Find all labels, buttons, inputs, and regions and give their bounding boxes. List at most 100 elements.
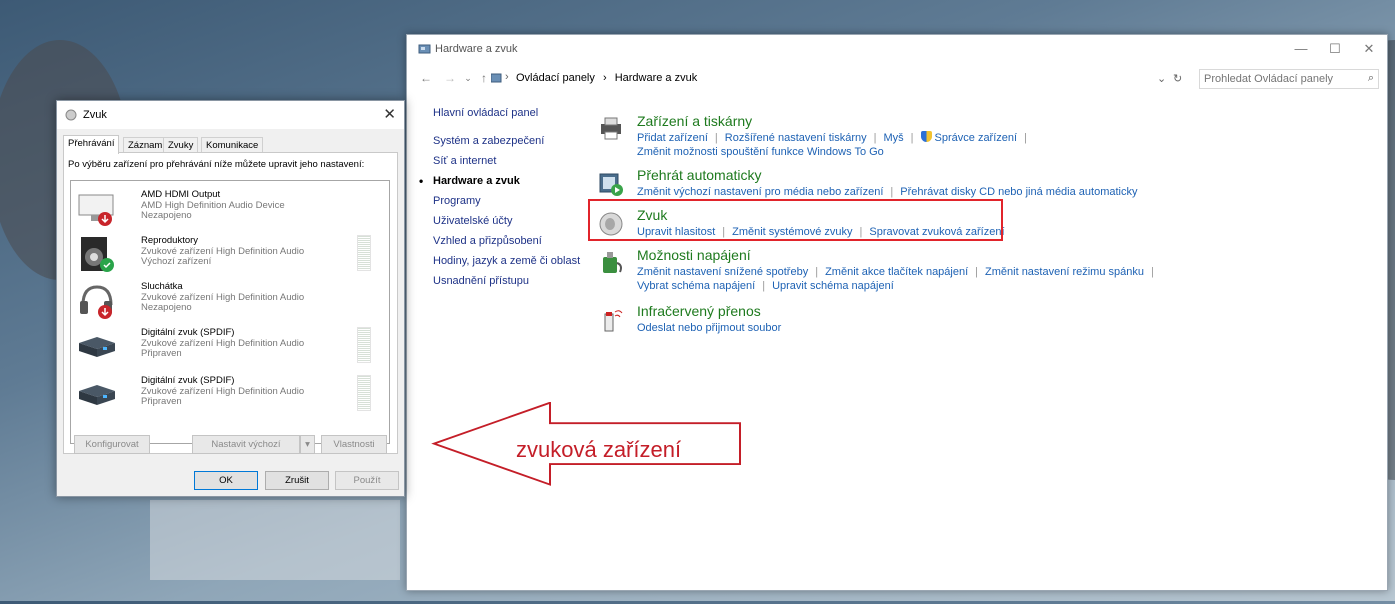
category-links: Změnit výchozí nastavení pro média nebo …	[637, 186, 1138, 198]
search-input[interactable]	[1200, 70, 1348, 88]
control-panel-window: Hardware a zvuk — ☐ ✕ ← → ⌄ ↑ › Ovládací…	[406, 34, 1388, 591]
link-printer-settings[interactable]: Rozšířené nastavení tiskárny	[725, 132, 867, 144]
playback-intro: Po výběru zařízení pro přehrávání níže m…	[68, 159, 365, 170]
infrared-icon	[597, 305, 625, 333]
control-panel-titlebar: Hardware a zvuk — ☐ ✕	[407, 35, 1387, 63]
breadcrumb-item[interactable]: Hardware a zvuk	[615, 72, 698, 84]
link-play-cd[interactable]: Přehrávat disky CD nebo jiná média autom…	[900, 186, 1137, 198]
nav-item-network[interactable]: Síť a internet	[433, 155, 593, 175]
headphones-icon	[77, 281, 117, 321]
autoplay-icon	[597, 169, 625, 197]
device-status: Výchozí zařízení	[141, 256, 212, 267]
power-icon	[597, 249, 625, 277]
search-box[interactable]: ⌕	[1199, 69, 1379, 89]
nav-item-accessibility[interactable]: Usnadnění přístupu	[433, 275, 593, 295]
list-item[interactable]: Digitální zvuk (SPDIF) Zvukové zařízení …	[71, 375, 389, 421]
link-default-media[interactable]: Změnit výchozí nastavení pro média nebo …	[637, 186, 883, 198]
maximize-button[interactable]: ☐	[1325, 41, 1345, 57]
category-title[interactable]: Infračervený přenos	[637, 303, 761, 319]
list-item[interactable]: Reproduktory Zvukové zařízení High Defin…	[71, 235, 389, 281]
playback-panel: Po výběru zařízení pro přehrávání níže m…	[63, 152, 398, 454]
set-default-button[interactable]: Nastavit výchozí	[192, 435, 300, 454]
device-status: Připraven	[141, 348, 182, 359]
link-mouse[interactable]: Myš	[884, 132, 904, 144]
back-arrow-icon[interactable]: ←	[419, 71, 433, 85]
monitor-icon	[77, 189, 117, 229]
category-title[interactable]: Přehrát automaticky	[637, 167, 762, 183]
close-button[interactable]: ✕	[1359, 41, 1379, 57]
nav-item-accounts[interactable]: Uživatelské účty	[433, 215, 593, 235]
breadcrumb: Ovládací panely › Hardware a zvuk	[516, 72, 702, 84]
category-links: Změnit nastavení snížené spotřeby | Změnit…	[637, 266, 1154, 292]
properties-button[interactable]: Vlastnosti	[321, 435, 387, 454]
breadcrumb-folder-icon	[490, 73, 502, 87]
breadcrumb-separator: ›	[602, 72, 607, 84]
link-power-saving[interactable]: Změnit nastavení snížené spotřeby	[637, 266, 808, 278]
link-windows-to-go[interactable]: Změnit možnosti spouštění funkce Windows…	[637, 146, 884, 158]
nav-item-clock-region[interactable]: Hodiny, jazyk a země či oblast	[433, 255, 593, 275]
sound-highlight-box	[588, 199, 1003, 241]
link-choose-power-plan[interactable]: Vybrat schéma napájení	[637, 280, 755, 292]
nav-item-appearance[interactable]: Vzhled a přizpůsobení	[433, 235, 593, 255]
volume-meter	[357, 375, 371, 411]
set-default-dropdown[interactable]: ▾	[300, 435, 315, 454]
configure-button[interactable]: Konfigurovat	[74, 435, 150, 454]
window-title: Hardware a zvuk	[435, 43, 518, 55]
link-add-device[interactable]: Přidat zařízení	[637, 132, 708, 144]
shield-icon	[920, 131, 932, 142]
tab-sounds[interactable]: Zvuky	[163, 137, 199, 153]
category-title[interactable]: Zařízení a tiskárny	[637, 113, 752, 129]
forward-arrow-icon[interactable]: →	[443, 71, 457, 85]
recent-dropdown-icon[interactable]: ⌄	[461, 73, 475, 84]
up-arrow-icon[interactable]: ↑	[477, 71, 491, 85]
tab-communications[interactable]: Komunikace	[201, 137, 264, 153]
search-icon[interactable]: ⌕	[1368, 72, 1374, 85]
address-dropdown-icon[interactable]: ⌄	[1157, 72, 1166, 85]
spdif-icon	[77, 375, 117, 415]
nav-item-programs[interactable]: Programy	[433, 195, 593, 215]
printer-icon	[597, 115, 625, 143]
address-bar: ← → ⌄ ↑ › Ovládací panely › Hardware a z…	[407, 67, 1387, 91]
dialog-titlebar: Zvuk ✕	[57, 101, 404, 129]
control-panel-icon	[418, 43, 431, 58]
device-name: Digitální zvuk (SPDIF)	[141, 327, 235, 338]
category-title[interactable]: Možnosti napájení	[637, 247, 751, 263]
cancel-button[interactable]: Zrušit	[265, 471, 329, 490]
apply-button[interactable]: Použít	[335, 471, 399, 490]
dialog-title: Zvuk	[83, 109, 107, 121]
left-navigation: Hlavní ovládací panel Systém a zabezpeče…	[419, 107, 593, 295]
nav-item-hardware[interactable]: Hardware a zvuk	[419, 174, 593, 195]
device-name: Sluchátka	[141, 281, 183, 292]
tab-recording[interactable]: Záznam	[123, 137, 168, 153]
link-send-receive-file[interactable]: Odeslat nebo přijmout soubor	[637, 322, 781, 334]
category-links: Přidat zařízení | Rozšířené nastavení tisk…	[637, 131, 1027, 158]
link-device-manager[interactable]: Správce zařízení	[935, 132, 1018, 144]
volume-meter	[357, 235, 371, 271]
minimize-button[interactable]: —	[1291, 41, 1311, 57]
device-list: AMD HDMI Output AMD High Definition Audi…	[70, 180, 390, 444]
nav-item-home[interactable]: Hlavní ovládací panel	[433, 107, 593, 127]
device-status: Nezapojeno	[141, 210, 192, 221]
tab-playback[interactable]: Přehrávání	[63, 135, 120, 154]
link-power-buttons[interactable]: Změnit akce tlačítek napájení	[825, 266, 968, 278]
breadcrumb-item[interactable]: Ovládací panely	[516, 72, 595, 84]
spdif-icon	[77, 327, 117, 367]
ok-button[interactable]: OK	[194, 471, 258, 490]
refresh-icon[interactable]: ↻	[1173, 72, 1182, 85]
link-sleep-mode[interactable]: Změnit nastavení režimu spánku	[985, 266, 1144, 278]
list-item[interactable]: Sluchátka Zvukové zařízení High Definiti…	[71, 281, 389, 327]
link-edit-power-plan[interactable]: Upravit schéma napájení	[772, 280, 894, 292]
annotation-label: zvuková zařízení	[516, 437, 682, 462]
speaker-icon	[65, 109, 77, 124]
close-icon[interactable]: ✕	[383, 105, 396, 123]
volume-meter	[357, 327, 371, 363]
breadcrumb-chevron-icon: ›	[505, 71, 509, 83]
device-name: AMD HDMI Output	[141, 189, 221, 200]
device-status: Připraven	[141, 396, 182, 407]
list-item[interactable]: AMD HDMI Output AMD High Definition Audi…	[71, 189, 389, 235]
nav-item-security[interactable]: Systém a zabezpečení	[433, 135, 593, 155]
list-item[interactable]: Digitální zvuk (SPDIF) Zvukové zařízení …	[71, 327, 389, 373]
device-name: Digitální zvuk (SPDIF)	[141, 375, 235, 386]
sound-dialog: Zvuk ✕ Přehrávání Záznam Zvuky Komunikac…	[56, 100, 405, 497]
chevron-down-icon: ▾	[305, 439, 310, 450]
